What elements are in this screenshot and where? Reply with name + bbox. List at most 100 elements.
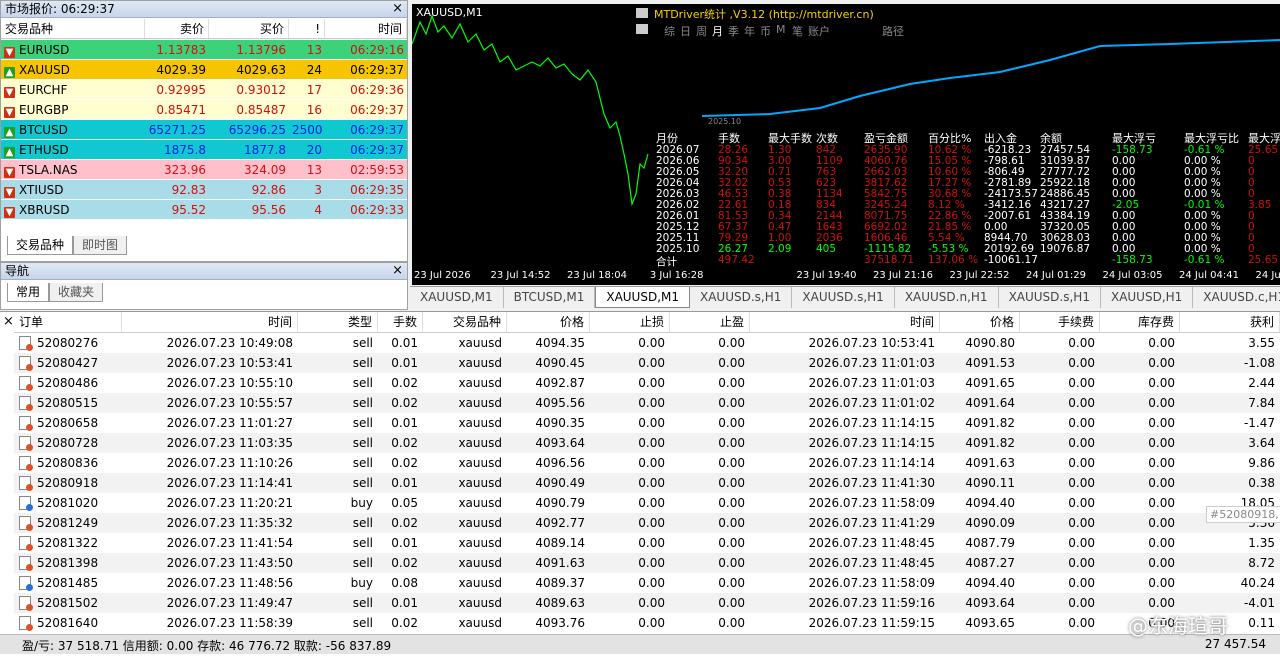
history-col-header[interactable]: 时间 (122, 312, 298, 332)
table-cell: 0.00 (590, 473, 670, 493)
history-col-header[interactable]: 订单 (14, 312, 122, 332)
chart-tab[interactable]: XAUUSD.c,H1 (1193, 287, 1280, 308)
cell-text: sell (352, 396, 373, 410)
market-row[interactable]: ▼ EURCHF 0.92995 0.93012 17 06:29:36 (1, 80, 407, 100)
market-row[interactable]: ▲ BTCUSD 65271.25 65296.25 2500 06:29:37 (1, 120, 407, 140)
price-chart[interactable]: XAUUSD,M1 23 Jul 2026 23 Jul 14:52 23 Jul … (412, 4, 650, 285)
history-col-header[interactable]: 手数 (378, 312, 423, 332)
cell-text: sell (352, 456, 373, 470)
cell-text: 0.00 (638, 496, 665, 510)
sell-order-icon (19, 376, 33, 391)
chart-tab[interactable]: BTCUSD,M1 (504, 287, 596, 308)
table-row[interactable]: 52081398 2026.07.23 11:43:50 sell 0.02 xauus… (14, 553, 1280, 573)
cell-text: 9.86 (1248, 456, 1275, 470)
symbol-name: EURUSD (19, 43, 70, 57)
col-ask[interactable]: 买价 (209, 19, 289, 38)
history-col-header[interactable]: 获利 (1180, 312, 1280, 332)
table-row[interactable]: 52080486 2026.07.23 10:55:10 sell 0.02 xauus… (14, 373, 1280, 393)
table-row[interactable]: 52080427 2026.07.23 10:53:41 sell 0.01 xauus… (14, 353, 1280, 373)
sell-order-icon (19, 356, 33, 371)
cell-text: 2026.07.23 10:55:10 (166, 376, 293, 390)
cell-text: 0.02 (391, 456, 418, 470)
bid-cell: 95.52 (171, 203, 206, 217)
cell-text: 0.00 (1068, 616, 1095, 630)
stats-cell: 25.65 (1248, 254, 1279, 266)
equity-curve (701, 39, 1280, 117)
table-row[interactable]: 52080836 2026.07.23 11:10:26 sell 0.02 xauus… (14, 453, 1280, 473)
ask-cell: 95.56 (251, 203, 286, 217)
market-row[interactable]: ▼ XTIUSD 92.83 92.86 3 06:29:35 (1, 180, 407, 200)
chart-tab[interactable]: XAUUSD,M1 (595, 287, 690, 308)
cell-text: xauusd (458, 436, 502, 450)
col-spread[interactable]: ! (289, 19, 325, 38)
chart-ctrl-icon[interactable] (636, 8, 648, 18)
history-col-header[interactable]: 价格 (507, 312, 590, 332)
chart-ctrl-icon[interactable] (636, 24, 648, 34)
chart-tab[interactable]: XAUUSD,H1 (1101, 287, 1194, 308)
history-col-header[interactable]: 交易品种 (423, 312, 507, 332)
table-row[interactable]: 52080515 2026.07.23 10:55:57 sell 0.02 xauus… (14, 393, 1280, 413)
close-icon[interactable]: × (392, 1, 403, 17)
close-icon[interactable]: × (3, 314, 14, 329)
tab-symbols[interactable]: 交易品种 (7, 236, 74, 255)
table-row[interactable]: 52081485 2026.07.23 11:48:56 buy 0.08 xauusd… (14, 573, 1280, 593)
stats-cell: 合计 (656, 256, 677, 268)
tab-common[interactable]: 常用 (7, 283, 50, 302)
table-row[interactable]: 52080728 2026.07.23 11:03:35 sell 0.02 xauus… (14, 433, 1280, 453)
cell-text: sell (352, 356, 373, 370)
tab-favorites[interactable]: 收藏夹 (49, 283, 104, 302)
table-cell: 0.02 (378, 433, 423, 453)
cell-text: 4094.40 (965, 496, 1015, 510)
table-cell: 4094.40 (940, 573, 1020, 593)
table-row[interactable]: 52081249 2026.07.23 11:35:32 sell 0.02 xauus… (14, 513, 1280, 533)
market-row[interactable]: ▼ EURUSD 1.13783 1.13796 13 06:29:16 (1, 40, 407, 60)
table-cell: 0.01 (378, 533, 423, 553)
history-col-header[interactable]: 手续费 (1020, 312, 1100, 332)
table-cell: 52080658 (14, 413, 122, 433)
cell-text: 0.00 (718, 456, 745, 470)
table-row[interactable]: 52081640 2026.07.23 11:58:39 sell 0.02 xauus… (14, 613, 1280, 633)
table-cell: 52080276 (14, 333, 122, 353)
history-col-header[interactable]: 价格 (940, 312, 1020, 332)
market-row[interactable]: ▲ XAUUSD 4029.39 4029.63 24 06:29:37 (1, 60, 407, 80)
market-row[interactable]: ▼ EURGBP 0.85471 0.85487 16 06:29:37 (1, 100, 407, 120)
table-cell: 0.00 (590, 413, 670, 433)
table-cell: xauusd (423, 453, 507, 473)
close-icon[interactable]: × (392, 263, 403, 279)
market-row[interactable]: ▲ ETHUSD 1875.8 1877.8 20 06:29:37 (1, 140, 407, 160)
history-col-header[interactable]: 库存费 (1100, 312, 1180, 332)
market-row[interactable]: ▼ XBRUSD 95.52 95.56 4 06:29:33 (1, 200, 407, 220)
table-row[interactable]: 52081322 2026.07.23 11:41:54 sell 0.01 xauus… (14, 533, 1280, 553)
cell-text: 52081485 (37, 576, 99, 590)
chart-tab[interactable]: XAUUSD.s,H1 (690, 287, 793, 308)
time-cell: 06:29:16 (350, 43, 404, 57)
chart-tab[interactable]: XAUUSD.s,H1 (792, 287, 895, 308)
stats-cell: 19076.87 (1040, 243, 1091, 255)
col-bid[interactable]: 卖价 (145, 19, 209, 38)
chart-tab[interactable]: XAUUSD,M1 (410, 287, 504, 308)
table-cell: 2026.07.23 11:14:15 (750, 413, 940, 433)
history-col-header[interactable]: 类型 (298, 312, 378, 332)
history-col-header[interactable]: 止损 (590, 312, 670, 332)
cell-text: 0.00 (1068, 516, 1095, 530)
history-col-header[interactable]: 时间 (750, 312, 940, 332)
cell-text: 0.00 (718, 376, 745, 390)
table-row[interactable]: 52080658 2026.07.23 11:01:27 sell 0.01 xauus… (14, 413, 1280, 433)
cell-text: 4087.27 (965, 556, 1015, 570)
market-row[interactable]: ▼ TSLA.NAS 323.96 324.09 13 02:59:53 (1, 160, 407, 180)
stats-cell: 405 (816, 243, 837, 255)
history-col-header[interactable]: 止盈 (670, 312, 750, 332)
table-cell: 4089.63 (507, 593, 590, 613)
col-symbol[interactable]: 交易品种 (1, 19, 145, 38)
table-cell: 1.35 (1180, 533, 1280, 553)
table-row[interactable]: 52081020 2026.07.23 11:20:21 buy 0.05 xauusd… (14, 493, 1280, 513)
table-row[interactable]: 52080276 2026.07.23 10:49:08 sell 0.01 xauus… (14, 333, 1280, 353)
symbol-name: BTCUSD (19, 123, 68, 137)
chart-tab[interactable]: XAUUSD.n,H1 (895, 287, 999, 308)
col-time[interactable]: 时间 (325, 19, 407, 38)
chart-tab[interactable]: XAUUSD.s,H1 (999, 287, 1101, 308)
tab-tick-chart[interactable]: 即时图 (73, 236, 128, 255)
table-row[interactable]: 52080918 2026.07.23 11:14:41 sell 0.01 xauus… (14, 473, 1280, 493)
table-cell: 3.64 (1180, 433, 1280, 453)
table-row[interactable]: 52081502 2026.07.23 11:49:47 sell 0.01 xauus… (14, 593, 1280, 613)
